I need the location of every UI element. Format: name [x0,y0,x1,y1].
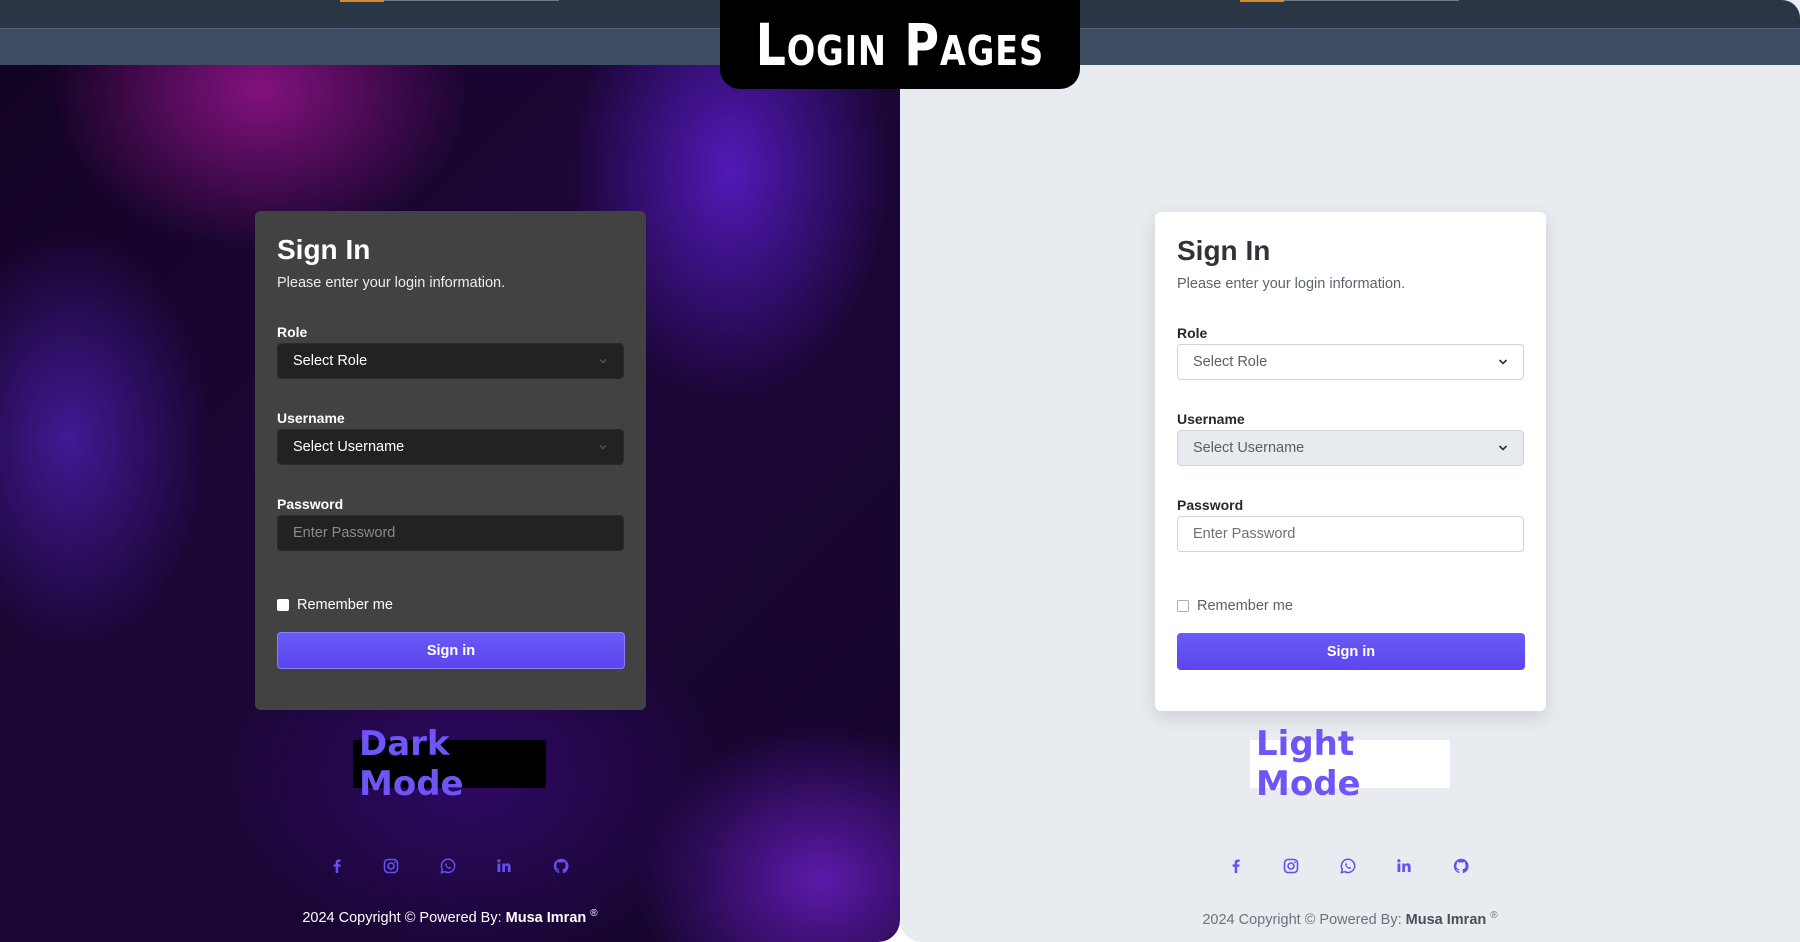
remember-me[interactable]: Remember me [1177,598,1293,614]
username-select[interactable]: Select Username [1177,430,1524,466]
username-label: Username [277,410,345,426]
remember-me-checkbox[interactable] [277,599,289,611]
remember-me-label: Remember me [297,597,393,613]
whatsapp-icon[interactable] [438,856,458,876]
banner-title: Login Pages [755,10,1045,79]
dark-mode-panel: Sign In Please enter your login informat… [0,0,900,942]
remember-me-label: Remember me [1197,598,1293,614]
instagram-icon[interactable] [381,856,401,876]
signin-button[interactable]: Sign in [277,632,625,669]
whatsapp-icon[interactable] [1338,856,1358,876]
role-select-value: Select Role [293,353,368,369]
github-icon[interactable] [551,856,571,876]
role-select[interactable]: Select Role [277,343,624,379]
password-label: Password [277,496,344,512]
chevron-down-icon [1498,445,1508,451]
remember-me-checkbox[interactable] [1177,600,1189,612]
signin-card: Sign In Please enter your login informat… [1155,212,1546,711]
signin-subtitle: Please enter your login information. [1177,275,1406,292]
social-links [0,856,900,876]
role-label: Role [277,324,308,340]
username-select-value: Select Username [1193,440,1305,456]
copyright-author[interactable]: Musa Imran [1406,912,1487,928]
copyright-text: 2024 Copyright © Powered By: [302,909,506,926]
social-links [900,856,1800,876]
chevron-down-icon [599,359,607,364]
copyright-text: 2024 Copyright © Powered By: [1202,911,1406,928]
dark-mode-label: Dark Mode [353,724,546,804]
copyright-author[interactable]: Musa Imran [506,910,587,926]
facebook-icon[interactable] [327,856,347,876]
username-select-value: Select Username [293,439,405,455]
signin-heading: Sign In [1177,235,1271,266]
title-banner: Login Pages [720,0,1080,89]
password-placeholder: Enter Password [1193,526,1296,542]
github-icon[interactable] [1451,856,1471,876]
light-mode-panel: Sign In Please enter your login informat… [900,0,1800,942]
copyright: 2024 Copyright © Powered By: Musa Imran … [900,910,1800,928]
remember-me[interactable]: Remember me [277,597,393,613]
signin-button[interactable]: Sign in [1177,633,1525,670]
chevron-down-icon [1498,359,1508,365]
registered-mark: ® [590,908,598,919]
role-select-value: Select Role [1193,354,1268,370]
password-label: Password [1177,497,1244,513]
role-label: Role [1177,325,1208,341]
username-label: Username [1177,411,1245,427]
signin-subtitle: Please enter your login information. [277,274,506,291]
copyright: 2024 Copyright © Powered By: Musa Imran … [0,908,900,926]
signin-heading: Sign In [277,234,371,265]
linkedin-icon[interactable] [1394,856,1414,876]
chevron-down-icon [599,445,607,450]
registered-mark: ® [1490,910,1498,921]
role-select[interactable]: Select Role [1177,344,1524,380]
signin-card: Sign In Please enter your login informat… [255,211,646,710]
password-input[interactable]: Enter Password [277,515,624,551]
password-input[interactable]: Enter Password [1177,516,1524,552]
instagram-icon[interactable] [1281,856,1301,876]
light-mode-label: Light Mode [1250,724,1450,804]
linkedin-icon[interactable] [494,856,514,876]
password-placeholder: Enter Password [293,525,396,541]
facebook-icon[interactable] [1226,856,1246,876]
username-select[interactable]: Select Username [277,429,624,465]
